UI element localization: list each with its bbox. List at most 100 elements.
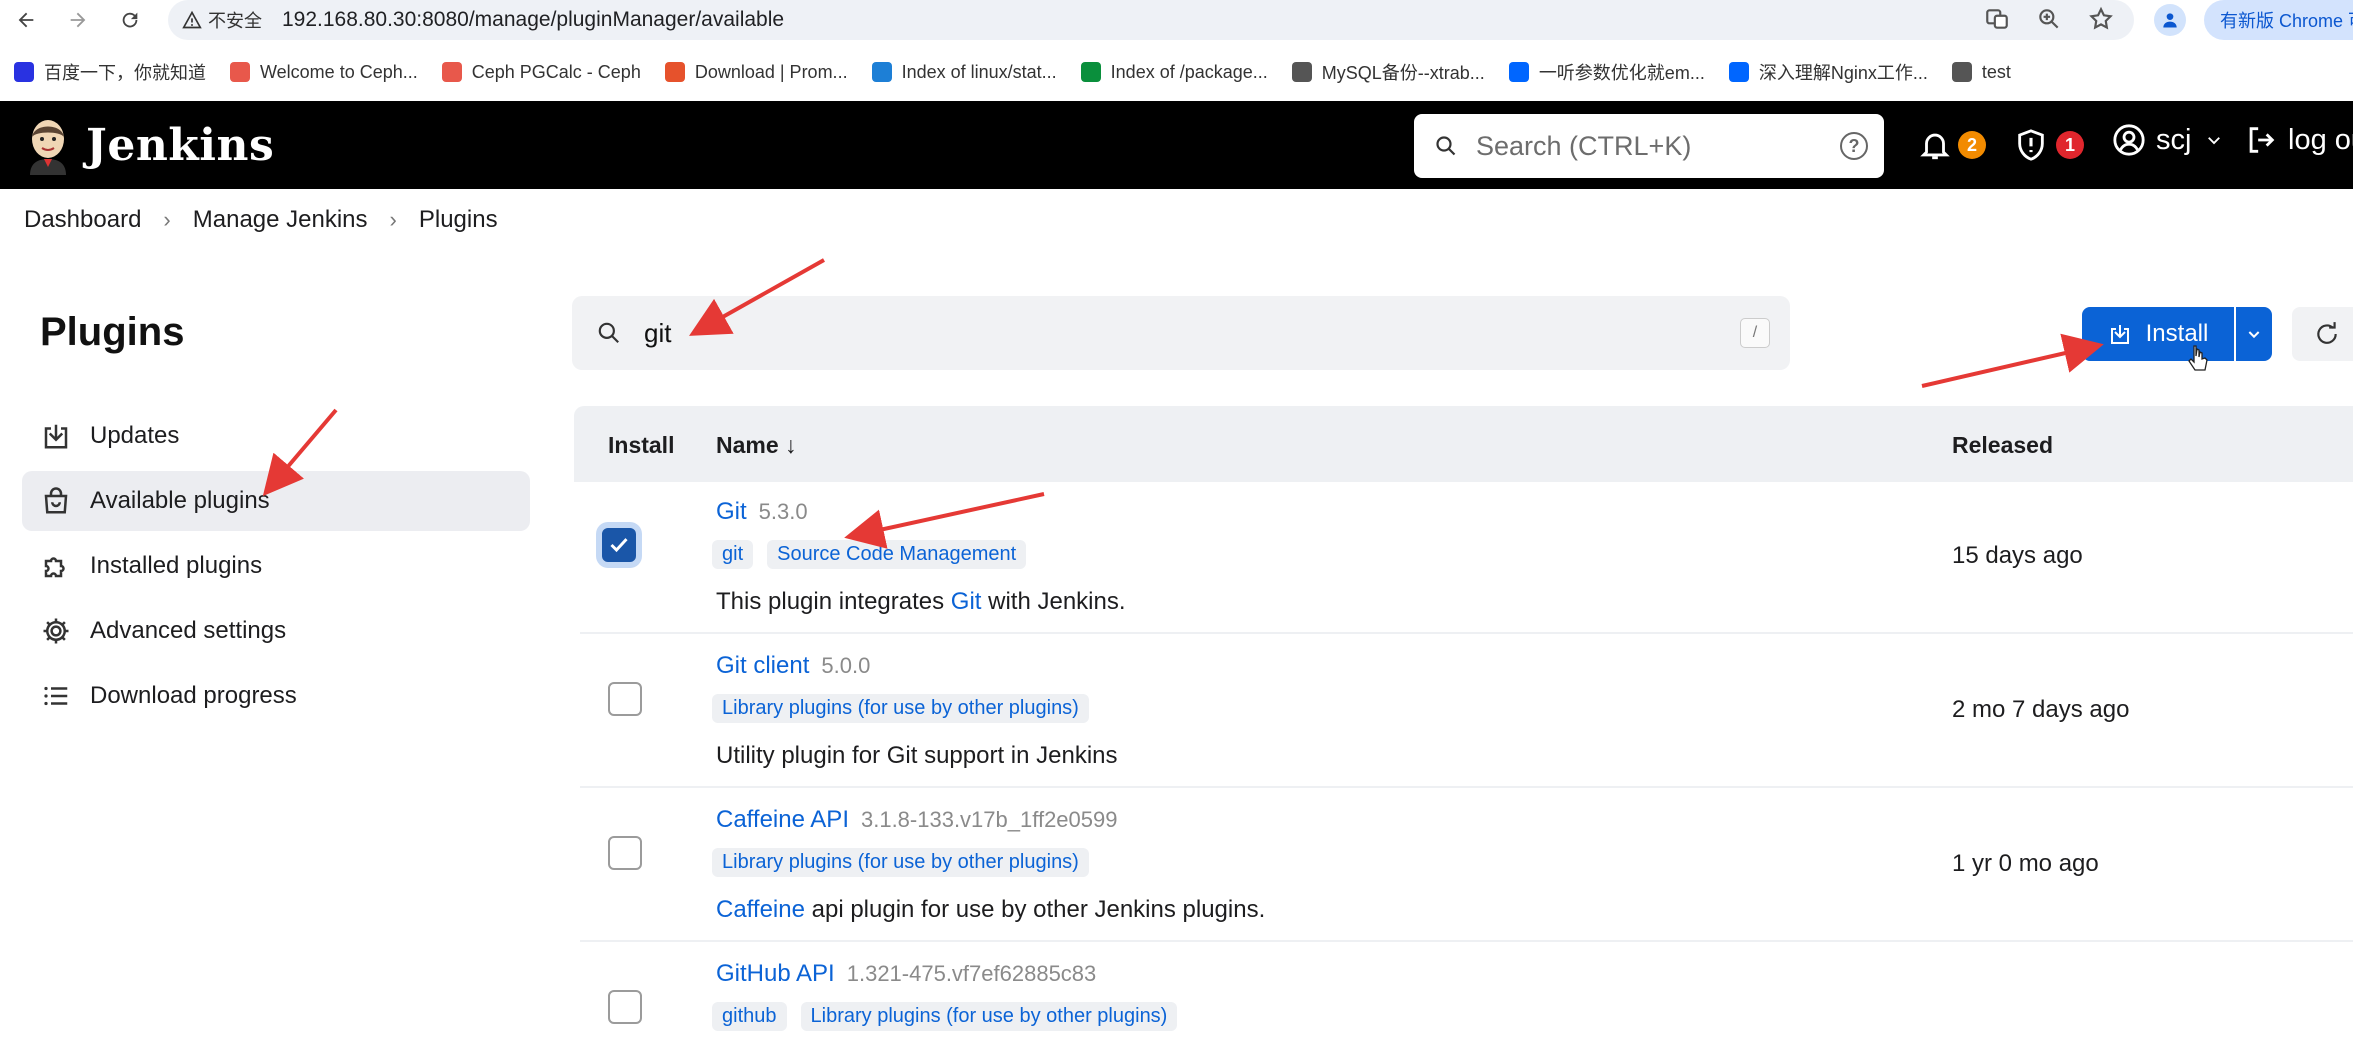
plugin-checkbox[interactable] — [608, 836, 642, 870]
app-name: Jenkins — [86, 119, 275, 171]
description-text: Utility plugin for Git support in Jenkin… — [716, 742, 1118, 769]
zoom-icon[interactable] — [2036, 6, 2062, 32]
forward-arrow-icon — [70, 12, 86, 28]
reload-button[interactable] — [110, 2, 150, 38]
plugin-tag[interactable]: Source Code Management — [767, 540, 1027, 569]
breadcrumb: Dashboard › Manage Jenkins › Plugins — [24, 206, 498, 234]
table-row: Git client 5.0.0 Library plugins (for use… — [580, 636, 2353, 788]
plugin-name-link[interactable]: Git client 5.0.0 — [716, 652, 870, 680]
column-header-released[interactable]: Released — [1952, 432, 2053, 459]
plugin-tag[interactable]: Library plugins (for use by other plugin… — [800, 1002, 1178, 1031]
released-date: 2 mo 7 days ago — [1952, 696, 2130, 723]
sidebar-item-available-plugins[interactable]: Available plugins — [22, 471, 530, 531]
list-icon — [44, 686, 68, 706]
person-icon — [2163, 13, 2177, 28]
plugin-name: Caffeine API — [716, 806, 849, 833]
notifications-button[interactable] — [1918, 127, 1952, 168]
plugin-name-link[interactable]: Caffeine API 3.1.8-133.v17b_1ff2e0599 — [716, 806, 1117, 834]
sidebar-item-label: Download progress — [90, 682, 297, 709]
plugin-version: 3.1.8-133.v17b_1ff2e0599 — [860, 807, 1118, 832]
bookmark-item[interactable]: Ceph PGCalc - Ceph — [441, 62, 641, 83]
sidebar-item-installed-plugins[interactable]: Installed plugins — [22, 536, 530, 596]
chevron-down-icon — [2248, 331, 2260, 339]
sidebar-item-advanced-settings[interactable]: Advanced settings — [22, 601, 530, 661]
bookmark-favicon-icon — [230, 62, 250, 82]
sidebar-item-updates[interactable]: Updates — [22, 406, 530, 466]
chevron-right-icon: › — [389, 207, 397, 232]
forward-button[interactable] — [58, 2, 98, 38]
bookmark-label: MySQL备份--xtrab... — [1321, 63, 1485, 83]
profile-avatar[interactable] — [2154, 4, 2186, 36]
chevron-right-icon: › — [163, 207, 171, 232]
sidebar-item-download-progress[interactable]: Download progress — [22, 666, 530, 726]
install-options-dropdown[interactable] — [2236, 307, 2272, 361]
bookmark-item[interactable]: Download | Prom... — [664, 62, 848, 83]
bookmark-item[interactable]: 深入理解Nginx工作... — [1728, 59, 1928, 85]
warning-icon — [182, 10, 202, 29]
table-header: Install Name ↓ Released — [574, 406, 2353, 482]
plugin-name-link[interactable]: GitHub API 1.321-475.vf7ef62885c83 — [716, 960, 1096, 988]
bookmark-item[interactable]: Index of linux/stat... — [871, 62, 1057, 83]
bookmark-item[interactable]: 一听参数优化就em... — [1508, 59, 1705, 85]
logout-link[interactable]: log out — [2244, 123, 2353, 157]
insecure-label: 不安全 — [208, 11, 262, 31]
table-row: GitHub API 1.321-475.vf7ef62885c83 github… — [580, 944, 2353, 1053]
breadcrumb-plugins[interactable]: Plugins — [419, 206, 498, 234]
address-bar[interactable]: 不安全 192.168.80.30:8080/manage/pluginMana… — [168, 0, 2134, 40]
plugin-tag[interactable]: Library plugins (for use by other plugin… — [712, 694, 1089, 723]
jenkins-butler-icon — [30, 120, 66, 175]
bookmark-favicon-icon — [441, 62, 462, 82]
plugin-checkbox[interactable] — [602, 528, 636, 562]
back-button[interactable] — [6, 2, 46, 38]
security-button[interactable] — [2014, 127, 2048, 168]
global-search-input[interactable]: Search (CTRL+K) ? — [1414, 114, 1884, 178]
plugin-tag[interactable]: git — [712, 540, 754, 569]
help-icon[interactable]: ? — [1840, 132, 1868, 160]
description-text: with Jenkins. — [981, 588, 1126, 615]
bookmark-favicon-icon — [14, 62, 34, 82]
chevron-down-icon — [2208, 137, 2221, 145]
bookmark-item[interactable]: 百度一下，你就知道 — [14, 59, 206, 85]
star-icon[interactable] — [2088, 6, 2114, 32]
bookmark-item[interactable]: MySQL备份--xtrab... — [1291, 59, 1485, 85]
plugin-tag[interactable]: Library plugins (for use by other plugin… — [712, 848, 1089, 877]
insecure-indicator[interactable]: 不安全 — [182, 7, 262, 33]
url-text[interactable]: 192.168.80.30:8080/manage/pluginManager/… — [282, 8, 784, 32]
install-button[interactable]: Install — [2082, 307, 2234, 361]
browser-chrome: 不安全 192.168.80.30:8080/manage/pluginMana… — [0, 0, 2353, 101]
user-menu[interactable]: scj — [2112, 123, 2223, 157]
column-header-install: Install — [608, 432, 675, 458]
bookmark-item[interactable]: Welcome to Ceph... — [230, 62, 418, 83]
plugin-checkbox[interactable] — [608, 682, 642, 716]
plugin-version: 1.321-475.vf7ef62885c83 — [846, 961, 1097, 986]
check-now-button[interactable] — [2292, 307, 2353, 361]
plugin-name-link[interactable]: Git 5.3.0 — [716, 498, 808, 526]
bookmark-item[interactable]: Index of /package... — [1080, 62, 1268, 83]
bookmark-label: 一听参数优化就em... — [1538, 63, 1705, 83]
chrome-update-button[interactable]: 有新版 Chrome 可 — [2204, 0, 2353, 40]
page-title: Plugins — [40, 310, 185, 354]
download-icon — [44, 424, 68, 449]
translate-icon[interactable] — [1984, 6, 2010, 32]
shield-icon — [2018, 129, 2044, 161]
description-link[interactable]: Git — [951, 588, 982, 615]
plugin-tag[interactable]: github — [712, 1002, 787, 1031]
bookmark-label: Welcome to Ceph... — [260, 61, 418, 82]
search-icon — [1436, 136, 1456, 156]
shopping-bag-icon — [44, 487, 68, 514]
filter-value: git — [644, 317, 672, 348]
plugin-checkbox[interactable] — [608, 990, 642, 1024]
sidebar-item-label: Advanced settings — [90, 617, 287, 644]
bookmark-item[interactable]: test — [1951, 62, 2011, 83]
plugin-description: Utility plugin for Git support in Jenkin… — [716, 742, 1118, 770]
notifications-count-badge: 2 — [1958, 131, 1986, 159]
bookmark-label: 深入理解Nginx工作... — [1758, 63, 1928, 83]
description-link[interactable]: Caffeine — [716, 896, 805, 923]
plugin-filter-input[interactable]: git / — [572, 296, 1790, 370]
username: scj — [2156, 123, 2192, 156]
bookmark-favicon-icon — [1951, 62, 1972, 82]
breadcrumb-dashboard[interactable]: Dashboard — [24, 206, 141, 234]
jenkins-logo[interactable]: Jenkins — [24, 115, 274, 175]
column-header-name[interactable]: Name ↓ — [716, 432, 797, 459]
breadcrumb-manage-jenkins[interactable]: Manage Jenkins — [193, 206, 368, 234]
